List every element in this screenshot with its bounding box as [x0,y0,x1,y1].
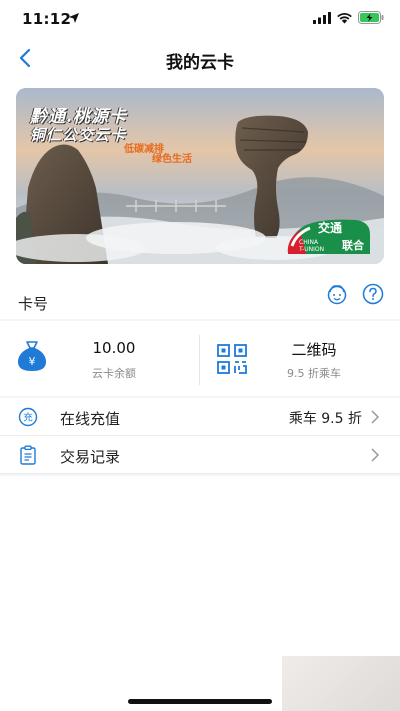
watermark-corner [282,656,400,711]
page-title: 我的云卡 [166,53,234,73]
face-service-icon[interactable] [326,283,348,305]
empty-content-area [0,476,400,711]
transit-card-image[interactable]: 黔通.桃源卡 铜仁公交云卡 低碳减排 绿色生活 交通 CHINA T-UNION… [16,88,384,264]
logo-text-english: CHINA T-UNION [299,239,325,253]
card-balance-label: 云卡余额 [92,367,136,380]
clipboard-icon [20,445,36,465]
chevron-right-icon [371,410,380,424]
wifi-icon [337,13,352,24]
battery-charging-icon [358,11,384,24]
navigation-bar: 我的云卡 [0,38,400,78]
money-bag-yuan-icon[interactable]: ¥ [16,339,48,373]
list-item-transactions[interactable]: 交易记录 [0,436,400,474]
recharge-icon: 充 [18,407,38,427]
qrcode-discount-label: 9.5 折乘车 [287,367,341,380]
recharge-discount-text: 乘车 9.5 折 [288,411,362,427]
help-question-icon[interactable] [362,283,384,305]
card-balance-value: 10.00 [92,339,136,357]
logo-text-lianhe: 联合 [342,239,364,252]
balance-qrcode-panel: ¥ 10.00 云卡余额 二维码 9.5 折乘车 [0,321,400,396]
signal-icon [313,12,331,24]
list-item-recharge[interactable]: 充 在线充值 乘车 9.5 折 [0,398,400,436]
svg-text:充: 充 [23,412,33,424]
list-item-label: 在线充值 [60,410,121,428]
location-arrow-icon [69,13,79,23]
home-indicator[interactable] [128,699,272,704]
card-slogan-line2: 绿色生活 [152,154,192,165]
status-bar: 11:12 [0,0,400,38]
card-title-line2: 铜仁公交云卡 [30,126,127,144]
chevron-right-icon [371,448,380,462]
logo-text-jiaotong: 交通 [318,221,343,235]
qrcode-label[interactable]: 二维码 [258,339,370,360]
card-section: 黔通.桃源卡 铜仁公交云卡 低碳减排 绿色生活 交通 CHINA T-UNION… [0,78,400,319]
svg-text:¥: ¥ [29,355,36,368]
menu-list: 充 在线充值 乘车 9.5 折 交易记录 [0,398,400,474]
panel-divider [199,335,200,385]
qrcode-icon[interactable] [217,344,247,374]
list-item-label: 交易记录 [60,448,121,466]
card-number-label: 卡号 [18,295,49,313]
status-time: 11:12 [22,10,72,28]
